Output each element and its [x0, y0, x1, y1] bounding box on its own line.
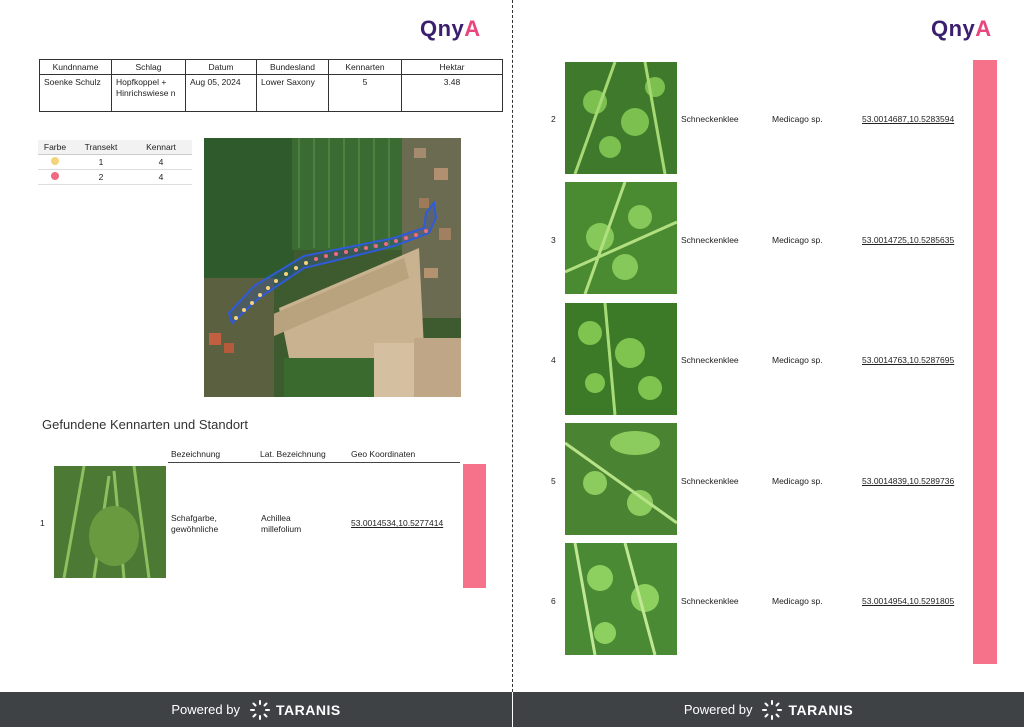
- plant-photo: [565, 423, 677, 535]
- value-kundnname: Soenke Schulz: [39, 74, 112, 112]
- species-name: Schneckenklee: [681, 596, 739, 606]
- species-name: Schafgarbe, gewöhnliche: [171, 513, 219, 534]
- species-name: Schneckenklee: [681, 476, 739, 486]
- transect-color-bar: [973, 60, 997, 664]
- section-title: Gefundene Kennarten und Standort: [42, 417, 248, 432]
- species-latin: Medicago sp.: [772, 596, 823, 606]
- geo-coordinates-link[interactable]: 53.0014763,10.5287695: [862, 355, 954, 366]
- legend-col-transekt: Transekt: [84, 142, 118, 152]
- legend-transekt: 1: [98, 157, 104, 167]
- species-number: 6: [551, 596, 556, 606]
- species-number: 5: [551, 476, 556, 486]
- legend-col-farbe: Farbe: [43, 142, 67, 152]
- powered-by-label: Powered by: [171, 702, 240, 717]
- pink-dot-icon: [51, 172, 59, 180]
- geo-coordinates-link[interactable]: 53.0014534,10.5277414: [351, 518, 443, 529]
- species-latin: Medicago sp.: [772, 114, 823, 124]
- report-page-2: QnyA 2 Schneckenklee Medicago sp. 53.001…: [513, 0, 1024, 727]
- species-latin: Medicago sp.: [772, 235, 823, 245]
- species-latin: Medicago sp.: [772, 476, 823, 486]
- satellite-map: [204, 138, 461, 397]
- legend-row: 2 4: [38, 170, 192, 185]
- legend-transekt: 2: [98, 172, 104, 182]
- species-name: Schneckenklee: [681, 355, 739, 365]
- plant-photo: [54, 466, 166, 578]
- legend-row: 1 4: [38, 155, 192, 170]
- col-lat-bezeichnung: Lat. Bezeichnung: [260, 449, 326, 459]
- species-number: 2: [551, 114, 556, 124]
- species-name: Schneckenklee: [681, 235, 739, 245]
- yellow-dot-icon: [51, 157, 59, 165]
- geo-coordinates-link[interactable]: 53.0014954,10.5291805: [862, 596, 954, 607]
- taranis-brand: TARANIS: [275, 701, 341, 718]
- species-number: 4: [551, 355, 556, 365]
- legend-kennart: 4: [158, 157, 164, 167]
- species-latin: Achillea millefolium: [261, 513, 302, 534]
- value-kennarten: 5: [328, 74, 402, 112]
- value-datum: Aug 05, 2024: [185, 74, 257, 112]
- plant-photo: [565, 303, 677, 415]
- transect-legend: Farbe Transekt Kennart 1 4 2 4: [38, 140, 192, 185]
- species-name: Schneckenklee: [681, 114, 739, 124]
- geo-coordinates-link[interactable]: 53.0014687,10.5283594: [862, 114, 954, 125]
- species-latin: Medicago sp.: [772, 355, 823, 365]
- onya-logo: QnyA: [931, 16, 992, 41]
- plant-photo: [565, 543, 677, 655]
- value-bundesland: Lower Saxony: [256, 74, 329, 112]
- col-geo-koordinaten: Geo Koordinaten: [351, 449, 416, 459]
- transect-color-bar: [463, 464, 486, 588]
- value-hektar: 3.48: [401, 74, 503, 112]
- footer: Powered by TARANIS: [0, 692, 512, 727]
- legend-col-kennart: Kennart: [146, 142, 176, 152]
- footer: Powered by TARANIS: [513, 692, 1024, 727]
- col-bezeichnung: Bezeichnung: [171, 449, 221, 459]
- taranis-logo-icon: [249, 699, 270, 720]
- plant-photo: [565, 62, 677, 174]
- report-page-1: QnyA Kundnname Schlag Datum Bundesland K…: [0, 0, 512, 727]
- col-datum: Datum: [185, 59, 257, 75]
- onya-logo: QnyA: [420, 16, 481, 41]
- species-number: 3: [551, 235, 556, 245]
- plant-photo: [565, 182, 677, 294]
- powered-by-label: Powered by: [683, 702, 753, 717]
- legend-kennart: 4: [158, 172, 164, 182]
- col-hektar: Hektar: [401, 59, 503, 75]
- col-kundnname: Kundnname: [39, 59, 112, 75]
- geo-coordinates-link[interactable]: 53.0014839,10.5289736: [862, 476, 954, 487]
- col-kennarten: Kennarten: [328, 59, 402, 75]
- taranis-brand: TARANIS: [788, 701, 854, 718]
- species-number: 1: [40, 518, 45, 528]
- geo-coordinates-link[interactable]: 53.0014725,10.5285635: [862, 235, 954, 246]
- value-schlag: Hopfkoppel + Hinrichswiese n: [111, 74, 186, 112]
- taranis-logo-icon: [762, 699, 783, 720]
- species-table-header: Bezeichnung Lat. Bezeichnung Geo Koordin…: [168, 449, 460, 463]
- col-bundesland: Bundesland: [256, 59, 329, 75]
- col-schlag: Schlag: [111, 59, 186, 75]
- field-info-table: Kundnname Schlag Datum Bundesland Kennar…: [39, 59, 503, 112]
